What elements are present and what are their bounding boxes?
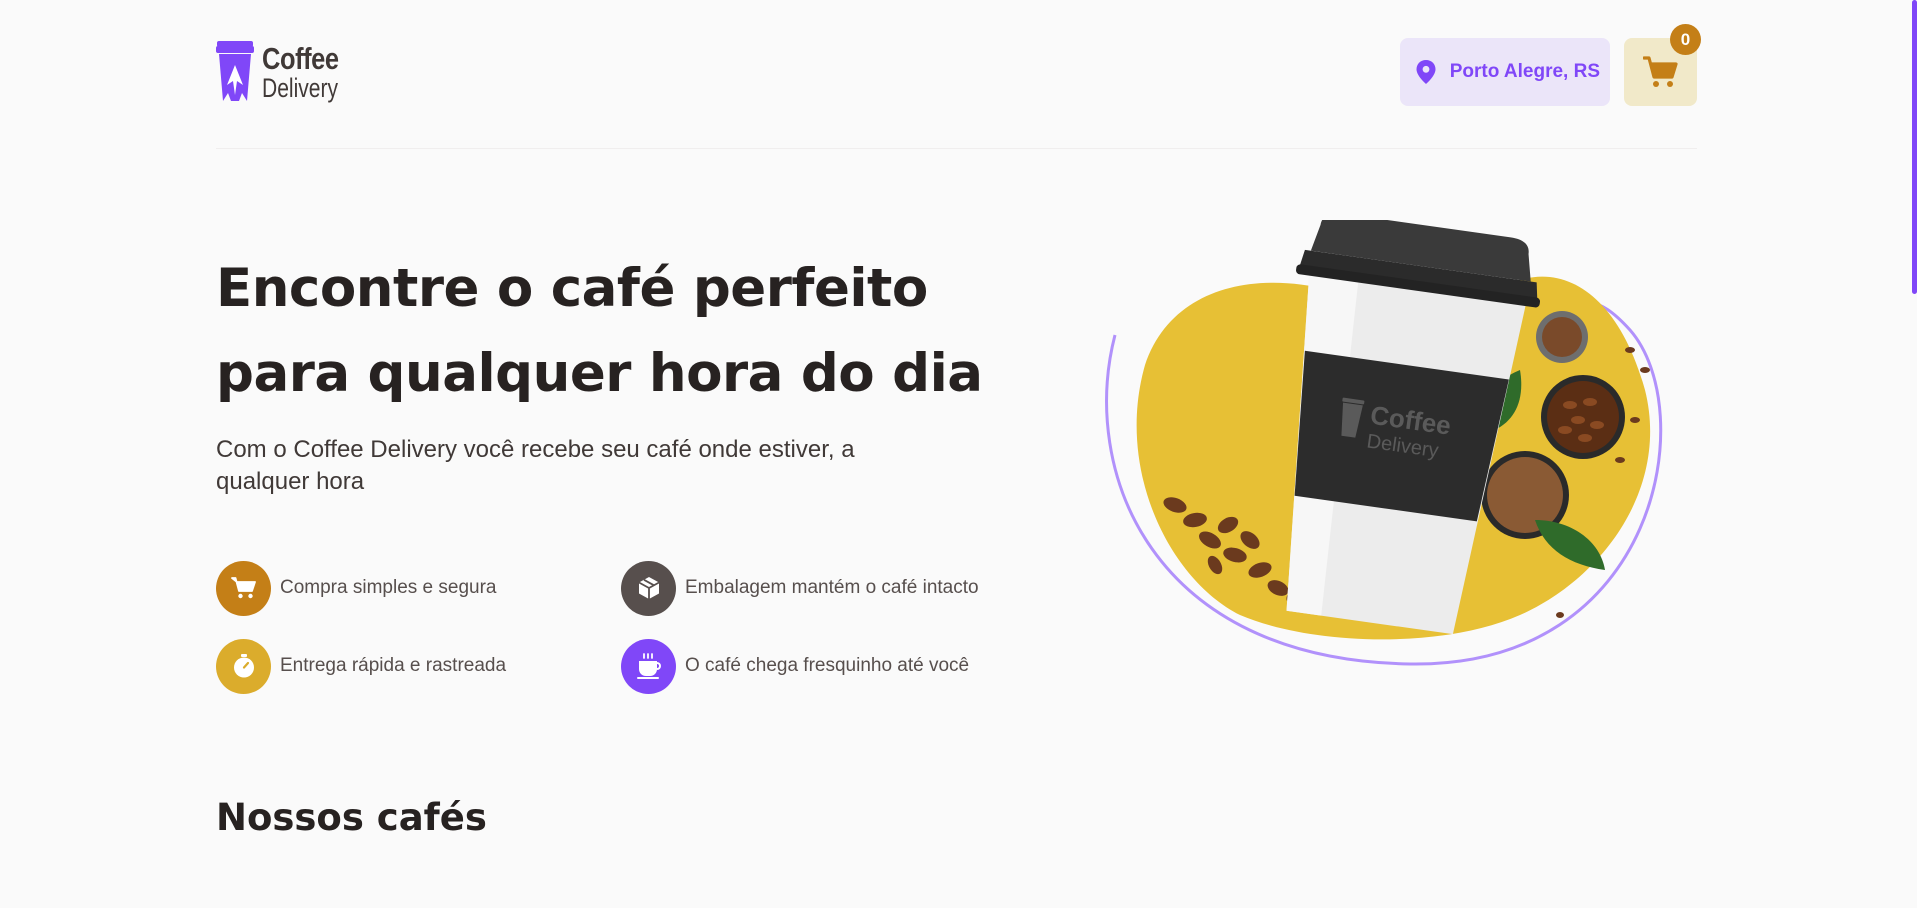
hero-coffee-illustration: Coffee Delivery <box>1105 220 1663 666</box>
logo-text-line2: Delivery <box>262 72 339 103</box>
coffee-icon <box>621 638 676 694</box>
cart-button[interactable]: 0 <box>1624 24 1701 106</box>
benefit-item: Compra simples e segura <box>216 560 621 616</box>
benefit-item: Embalagem mantém o café intacto <box>621 560 1026 616</box>
map-pin-icon <box>1416 60 1436 84</box>
benefit-label: Compra simples e segura <box>280 577 497 598</box>
cart-count-badge: 0 <box>1670 24 1701 55</box>
header-divider <box>216 148 1697 149</box>
benefit-label: Embalagem mantém o café intacto <box>685 577 979 598</box>
hero-title-line1: Encontre o café perfeito <box>216 258 928 319</box>
benefits-list: Compra simples e segura Embalagem mantém… <box>216 560 1026 694</box>
benefit-item: Entrega rápida e rastreada <box>216 638 621 694</box>
hero-title: Encontre o café perfeito para qualquer h… <box>216 246 1016 416</box>
package-icon <box>621 560 676 616</box>
location-label: Porto Alegre, RS <box>1449 61 1600 82</box>
cart-icon <box>1642 56 1678 87</box>
benefit-item: O café chega fresquinho até você <box>621 638 1026 694</box>
benefit-label: O café chega fresquinho até você <box>685 655 970 676</box>
logo-text-line1: Coffee <box>262 40 339 76</box>
logo-text: Coffee Delivery <box>262 43 360 102</box>
location-button[interactable]: Porto Alegre, RS <box>1399 38 1610 106</box>
logo-cup-icon <box>216 41 254 101</box>
timer-icon <box>216 638 271 694</box>
hero-subtitle: Com o Coffee Delivery você recebe seu ca… <box>216 436 855 495</box>
logo[interactable]: Coffee Delivery <box>216 38 360 106</box>
hero-title-line2: para qualquer hora do dia <box>216 343 983 404</box>
page: Coffee Delivery Porto Alegre, RS 0 Encon… <box>0 0 1917 908</box>
header-actions: Porto Alegre, RS 0 <box>1399 24 1701 106</box>
cart-icon <box>216 560 271 616</box>
header: Coffee Delivery Porto Alegre, RS 0 <box>216 24 1701 106</box>
section-title: Nossos cafés <box>216 796 487 839</box>
benefit-label: Entrega rápida e rastreada <box>280 655 507 676</box>
scrollbar-thumb[interactable] <box>1912 0 1917 294</box>
